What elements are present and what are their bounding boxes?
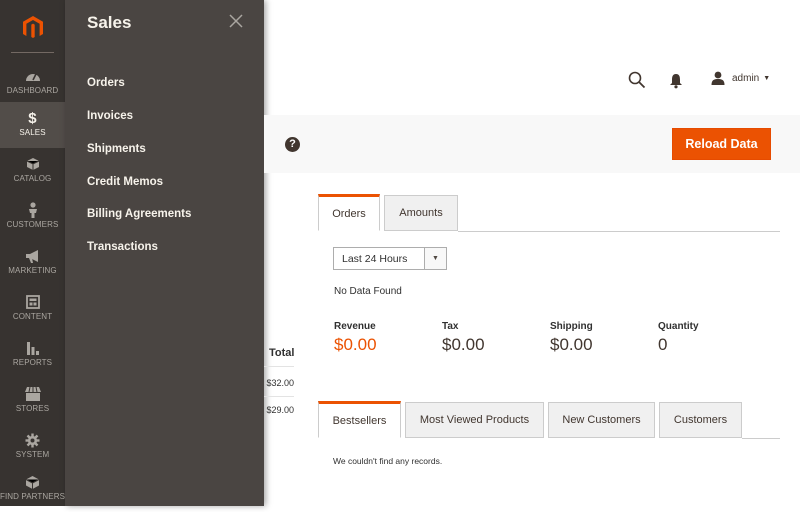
- table-cell-total: $32.00: [266, 378, 294, 388]
- submenu-item-credit-memos[interactable]: Credit Memos: [87, 176, 163, 188]
- bar-chart-icon: [26, 341, 39, 355]
- tabs-baseline: [458, 231, 780, 232]
- person-icon: [28, 202, 37, 218]
- nav-label: CONTENT: [12, 312, 53, 321]
- table-divider: [264, 396, 294, 397]
- total-tax: Tax $0.00: [442, 321, 485, 355]
- nav-label: REPORTS: [12, 358, 53, 367]
- no-data-message: No Data Found: [334, 286, 402, 297]
- gear-icon: [25, 433, 40, 447]
- tab-new-customers[interactable]: New Customers: [548, 402, 655, 438]
- tab-bestsellers[interactable]: Bestsellers: [318, 401, 401, 438]
- tab-amounts[interactable]: Amounts: [384, 195, 458, 231]
- total-label: Tax: [442, 321, 459, 332]
- nav-label: FIND PARTNERS: [0, 492, 66, 501]
- nav-label: DASHBOARD: [6, 86, 59, 95]
- bell-icon[interactable]: [669, 73, 683, 89]
- nav-dashboard[interactable]: DASHBOARD: [0, 60, 65, 106]
- tabs-baseline: [742, 438, 780, 439]
- admin-sidebar: DASHBOARD $ SALES CATALOG CUSTOMERS MARK…: [0, 0, 65, 506]
- search-icon[interactable]: [628, 71, 646, 89]
- store-icon: [24, 387, 41, 401]
- chevron-down-icon: ▼: [763, 74, 771, 82]
- help-icon[interactable]: ?: [285, 137, 300, 152]
- dollar-icon: $: [28, 109, 37, 127]
- total-label: Revenue: [334, 321, 376, 332]
- submenu-item-transactions[interactable]: Transactions: [87, 241, 158, 253]
- megaphone-icon: [25, 249, 38, 263]
- sales-submenu: Sales Orders Invoices Shipments Credit M…: [65, 0, 264, 506]
- nav-marketing[interactable]: MARKETING: [0, 240, 65, 286]
- submenu-item-billing-agreements[interactable]: Billing Agreements: [87, 208, 191, 220]
- total-value: 0: [658, 335, 668, 354]
- chevron-down-icon: ▼: [424, 248, 446, 269]
- magento-logo-icon: [22, 15, 43, 38]
- submenu-title: Sales: [87, 13, 132, 32]
- table-cell-total: $29.00: [266, 405, 294, 415]
- reload-data-button[interactable]: Reload Data: [672, 128, 771, 160]
- admin-user-menu[interactable]: admin ▼: [711, 71, 770, 85]
- magento-logo[interactable]: [0, 0, 65, 55]
- nav-sales[interactable]: $ SALES: [0, 102, 65, 148]
- nav-customers[interactable]: CUSTOMERS: [0, 194, 65, 240]
- period-select-value: Last 24 Hours: [342, 252, 408, 265]
- total-quantity: Quantity 0: [658, 321, 699, 355]
- total-shipping: Shipping $0.00: [550, 321, 593, 355]
- submenu-item-shipments[interactable]: Shipments: [87, 143, 146, 155]
- tab-orders[interactable]: Orders: [318, 194, 380, 231]
- close-icon[interactable]: [229, 14, 243, 28]
- submenu-item-orders[interactable]: Orders: [87, 77, 125, 89]
- tab-most-viewed-products[interactable]: Most Viewed Products: [405, 402, 544, 438]
- total-value: $0.00: [442, 335, 485, 354]
- nav-label: SALES: [19, 128, 46, 137]
- nav-label: MARKETING: [8, 266, 57, 275]
- nav-stores[interactable]: STORES: [0, 378, 65, 424]
- last-orders-total-header: Total: [269, 347, 295, 359]
- content-icon: [25, 295, 40, 309]
- total-value: $0.00: [550, 335, 593, 354]
- nav-reports[interactable]: REPORTS: [0, 332, 65, 378]
- nav-content[interactable]: CONTENT: [0, 286, 65, 332]
- user-name: admin: [732, 72, 760, 84]
- user-icon: [711, 71, 725, 85]
- nav-catalog[interactable]: CATALOG: [0, 148, 65, 194]
- total-label: Quantity: [658, 321, 699, 332]
- logo-divider: [11, 52, 54, 53]
- total-revenue: Revenue $0.00: [334, 321, 377, 355]
- dashboard-icon: [25, 73, 40, 81]
- nav-label: CATALOG: [13, 174, 52, 183]
- total-value: $0.00: [334, 335, 377, 354]
- total-label: Shipping: [550, 321, 593, 332]
- nav-label: STORES: [15, 404, 50, 413]
- period-select[interactable]: Last 24 Hours ▼: [333, 247, 447, 270]
- nav-label: CUSTOMERS: [6, 220, 59, 229]
- tab-customers[interactable]: Customers: [659, 402, 742, 438]
- nav-system[interactable]: SYSTEM: [0, 424, 65, 470]
- nav-find-partners[interactable]: FIND PARTNERS: [0, 466, 65, 512]
- box-icon: [26, 158, 39, 170]
- submenu-item-invoices[interactable]: Invoices: [87, 110, 133, 122]
- nav-label: SYSTEM: [15, 450, 50, 459]
- no-records-message: We couldn't find any records.: [333, 456, 443, 466]
- partners-icon: [25, 475, 40, 489]
- table-divider: [264, 366, 294, 367]
